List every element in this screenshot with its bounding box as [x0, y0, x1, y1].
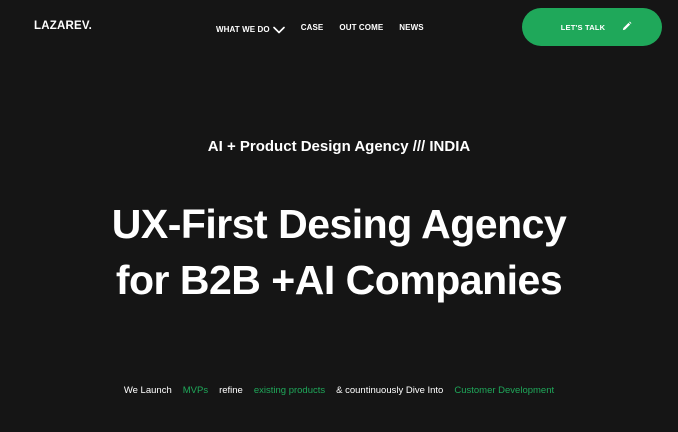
hero-headline: UX-First Desing Agency for B2B +AI Compa…	[0, 196, 678, 308]
subline-text-1: We Launch	[123, 385, 172, 396]
hero-headline-line-1: UX-First Desing Agency	[111, 201, 567, 247]
subline-text-2: refine	[219, 385, 243, 396]
nav-what-we-do-label: WHAT WE DO	[216, 25, 270, 34]
lets-talk-label: LET'S TALK	[560, 22, 606, 32]
hero-subline: We Launch MVPs refine existing products …	[0, 385, 678, 396]
lets-talk-button[interactable]: LET'S TALK	[522, 8, 662, 46]
hero-tagline: AI + Product Design Agency /// INDIA	[207, 138, 471, 155]
subline-highlight-existing-products: existing products	[253, 385, 326, 396]
nav-out-come[interactable]: OUT COME	[339, 23, 383, 32]
subline-highlight-customer-development: Customer Development	[454, 385, 555, 396]
landing-page: LAZAREV. WHAT WE DO CASE OUT COME NEWS L…	[0, 0, 678, 432]
nav-what-we-do[interactable]: WHAT WE DO	[216, 25, 285, 34]
subline-highlight-mvps: MVPs	[182, 385, 209, 396]
chevron-down-icon	[272, 26, 285, 34]
subline-text-3: & countinuously Dive Into	[336, 385, 444, 396]
hero-headline-line-2: for B2B +AI Companies	[115, 257, 563, 303]
nav-case[interactable]: CASE	[301, 23, 324, 32]
logo[interactable]: LAZAREV.	[34, 20, 92, 32]
nav-news[interactable]: NEWS	[399, 23, 423, 32]
main-nav: WHAT WE DO CASE OUT COME NEWS	[216, 21, 424, 34]
pencil-icon	[621, 21, 632, 32]
